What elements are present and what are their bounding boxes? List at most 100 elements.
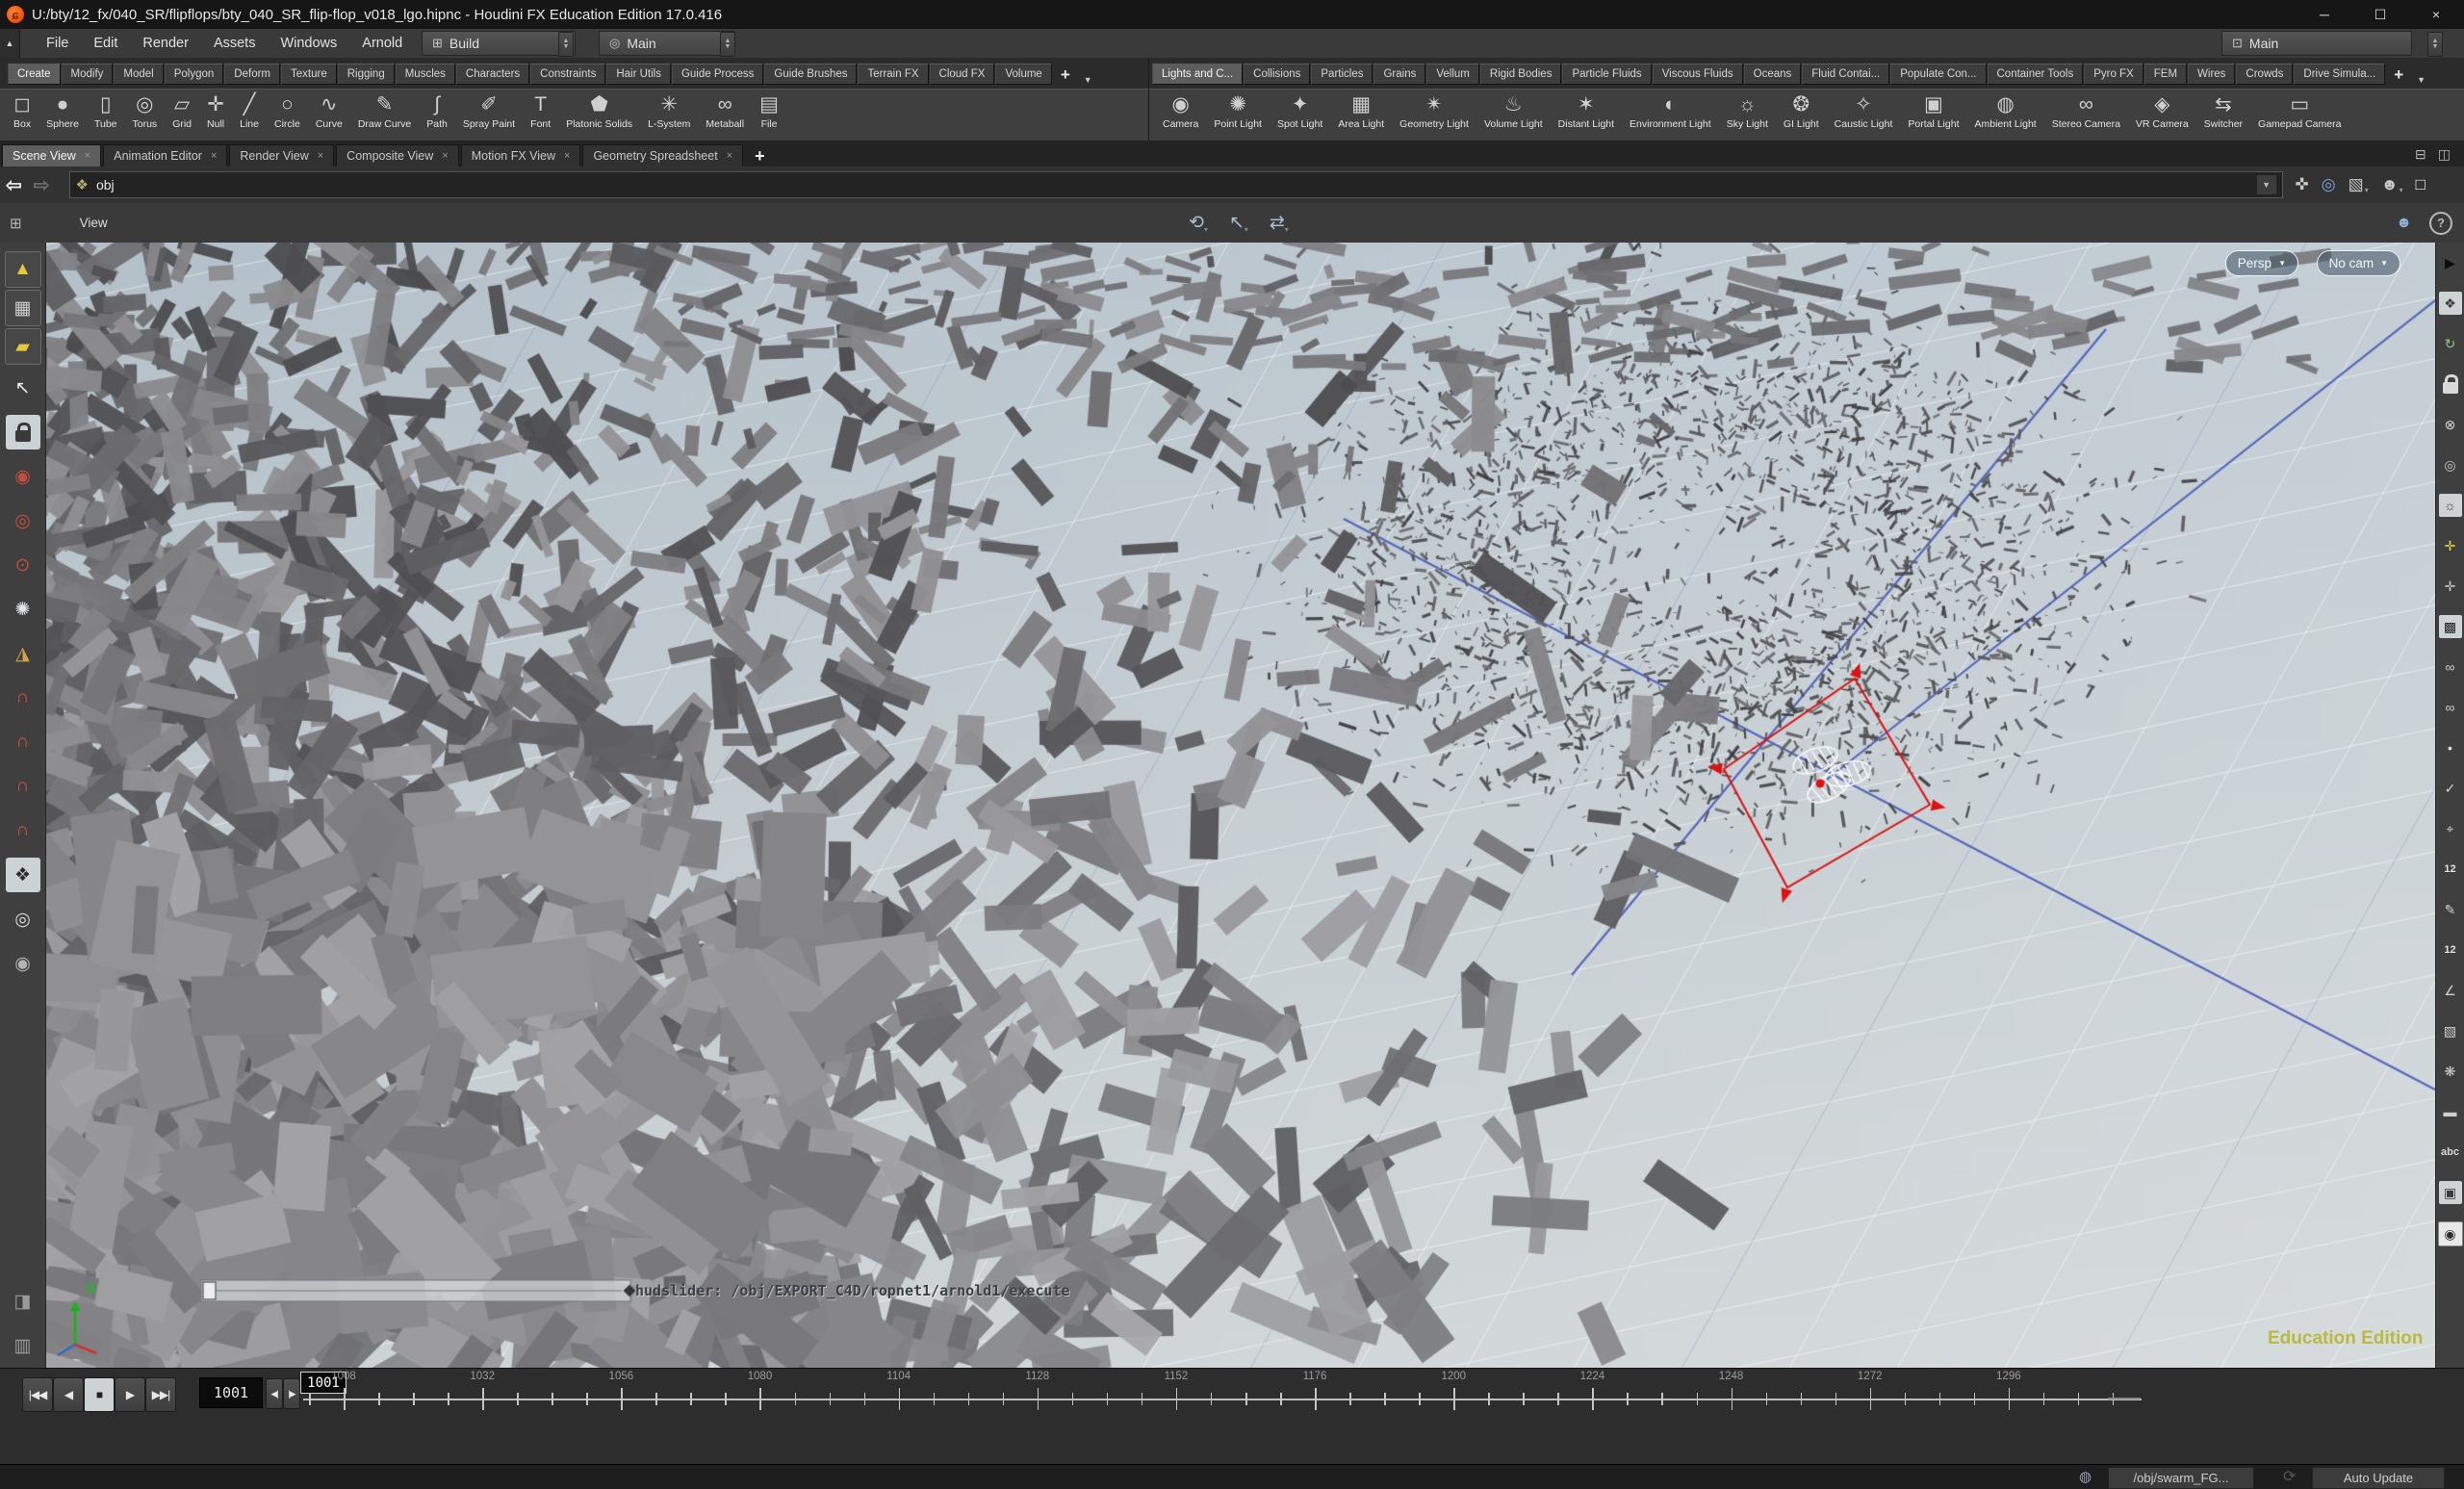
magnet-full-button[interactable]: ∩: [6, 813, 40, 848]
shelf-tool-curve[interactable]: ∿Curve: [308, 91, 350, 131]
add-light-button[interactable]: ✛: [2439, 534, 2462, 557]
shelf-tab-populate-con-[interactable]: Populate Con...: [1890, 64, 1986, 85]
shelf-tool-spray-paint[interactable]: ✐Spray Paint: [455, 91, 523, 131]
shelf-add-button[interactable]: +: [1053, 65, 1078, 85]
shelf-tool-null[interactable]: ✛Null: [199, 91, 232, 131]
context-path-dropdown[interactable]: /obj/swarm_FG...: [2108, 1467, 2254, 1489]
paint-display-button[interactable]: ✎: [2439, 898, 2462, 921]
shelf-tab-cloud-fx[interactable]: Cloud FX: [930, 64, 995, 85]
view-mask-button[interactable]: ◎: [6, 902, 40, 937]
add-pane-tab-button[interactable]: +: [745, 146, 775, 167]
shelf-tab-characters[interactable]: Characters: [456, 64, 529, 85]
path-field[interactable]: ❖ obj ▼: [69, 171, 2283, 198]
shelf-add-button[interactable]: +: [2386, 65, 2411, 85]
hide-ghost-button[interactable]: ⊗: [2439, 413, 2462, 436]
play-forward-button[interactable]: ▶: [115, 1377, 145, 1412]
shelf-tool-l-system[interactable]: ✳L-System: [640, 91, 698, 131]
pane-tab-animation-editor[interactable]: Animation Editor×: [103, 144, 227, 167]
shelf-tab-modify[interactable]: Modify: [62, 64, 114, 85]
minimize-button[interactable]: ─: [2297, 0, 2352, 29]
pane-split-icon[interactable]: ◫: [2438, 146, 2451, 163]
shelf-tab-vellum[interactable]: Vellum: [1426, 64, 1479, 85]
secure-selection-button[interactable]: [6, 415, 40, 449]
select-arrow-button[interactable]: ↖: [6, 371, 40, 405]
shelf-tool-path[interactable]: ∫Path: [419, 91, 455, 131]
step-forward-button[interactable]: |▶: [283, 1378, 300, 1409]
pane-tab-scene-view-close[interactable]: ×: [85, 150, 90, 162]
shelf-tab-rigging[interactable]: Rigging: [338, 64, 395, 85]
desktop-spinner[interactable]: ▲▼: [558, 32, 574, 57]
link-editors-icon[interactable]: ☻: [2396, 215, 2412, 232]
hook-marker-button[interactable]: ✓: [2439, 777, 2462, 800]
shelf-tab-volume[interactable]: Volume: [995, 64, 1051, 85]
shelf-tab-pyro-fx[interactable]: Pyro FX: [2084, 64, 2143, 85]
shelf-tool-circle[interactable]: ○Circle: [267, 91, 308, 131]
pane-tab-composite-view-close[interactable]: ×: [442, 150, 448, 162]
shelf-tab-guide-process[interactable]: Guide Process: [672, 64, 763, 85]
pin-marker-button[interactable]: ⌖: [2439, 817, 2462, 840]
display-options-button[interactable]: ▩: [2439, 615, 2462, 638]
shelf-tab-oceans[interactable]: Oceans: [1744, 64, 1802, 85]
shelf-tool-geometry-light[interactable]: ✴Geometry Light: [1392, 91, 1476, 131]
shelf-tool-camera[interactable]: ◉Camera: [1155, 91, 1206, 131]
measure-button[interactable]: ∠: [2439, 979, 2462, 1002]
menu-arnold[interactable]: Arnold: [349, 36, 415, 51]
prim-numbers-button[interactable]: 12: [2439, 938, 2462, 962]
main-selector[interactable]: ◎ Main: [599, 31, 735, 56]
forward-button[interactable]: ⇨: [34, 173, 50, 197]
stereo-mode-button[interactable]: ∞: [2439, 696, 2462, 719]
camera-persp-menu[interactable]: Persp▼: [2225, 250, 2298, 276]
help-icon[interactable]: ?: [2429, 212, 2452, 235]
camera-select-menu[interactable]: No cam▼: [2317, 250, 2400, 276]
shelf-tab-crowds[interactable]: Crowds: [2236, 64, 2293, 85]
snap-points-button[interactable]: ✺: [6, 592, 40, 627]
menu-edit[interactable]: Edit: [81, 36, 130, 51]
camera-ring-button[interactable]: ◎: [2439, 453, 2462, 476]
current-frame-field[interactable]: 1001: [199, 1377, 263, 1408]
shelf-tool-torus[interactable]: ◎Torus: [125, 91, 166, 131]
shelf-tab-particles[interactable]: Particles: [1311, 64, 1373, 85]
display-toggle-button[interactable]: ◨: [6, 1284, 40, 1319]
menu-collapse-arrow[interactable]: ▲: [0, 29, 20, 58]
desktop-selector[interactable]: ⊞ Build: [422, 31, 576, 56]
viewport-canvas[interactable]: [46, 243, 2435, 1368]
shelf-tool-environment-light[interactable]: ◐Environment Light: [1622, 91, 1719, 131]
pin-icon[interactable]: ✜: [2296, 175, 2309, 194]
jump-to-end-button[interactable]: ▶▶|: [145, 1377, 176, 1412]
play-reverse-button[interactable]: ◀: [53, 1377, 84, 1412]
text-display-button[interactable]: abc: [2439, 1141, 2462, 1164]
lighting-button[interactable]: ☼: [2439, 494, 2462, 517]
pane-expand-button[interactable]: ▶: [2439, 251, 2462, 274]
pane-tab-motion-fx-view-close[interactable]: ×: [564, 150, 570, 162]
shelf-tab-collisions[interactable]: Collisions: [1244, 64, 1310, 85]
particle-display-button[interactable]: ❋: [2439, 1060, 2462, 1083]
info-bar-button[interactable]: ▬: [2439, 1100, 2462, 1123]
shelf-tab-hair-utils[interactable]: Hair Utils: [606, 64, 671, 85]
shelf-tab-wires[interactable]: Wires: [2188, 64, 2235, 85]
handle-volatile-tool[interactable]: ⇄▾: [1270, 212, 1289, 234]
view-mode-button[interactable]: ❖: [2439, 292, 2462, 315]
shelf-tab-deform[interactable]: Deform: [224, 64, 280, 85]
snap-orient-button[interactable]: ◉: [6, 459, 40, 494]
pane-menu-icon[interactable]: ⊞: [10, 215, 22, 232]
shelf-tool-tube[interactable]: ▯Tube: [87, 91, 125, 131]
bullseye-icon[interactable]: ◎: [2322, 175, 2336, 194]
memory-meter-button[interactable]: ▥: [6, 1328, 40, 1363]
shelf-tool-box[interactable]: ◻Box: [6, 91, 38, 131]
view-lens-button[interactable]: ◉: [6, 946, 40, 981]
main-spinner[interactable]: ▲▼: [720, 32, 735, 57]
view-tumble-tool[interactable]: ⟲▾: [1189, 212, 1208, 234]
shelf-tool-sky-light[interactable]: ☼Sky Light: [1719, 91, 1776, 131]
magnet-point-button[interactable]: ∩: [6, 769, 40, 804]
shelf-tool-area-light[interactable]: ▦Area Light: [1330, 91, 1392, 131]
shelf-tool-volume-light[interactable]: ♨Volume Light: [1476, 91, 1551, 131]
shelf-tool-draw-curve[interactable]: ✎Draw Curve: [350, 91, 419, 131]
shelf-tool-spot-light[interactable]: ✦Spot Light: [1270, 91, 1330, 131]
maximize-button[interactable]: ☐: [2352, 0, 2408, 29]
magnet-curve-button[interactable]: ∩: [6, 725, 40, 759]
shelf-tab-fem[interactable]: FEM: [2144, 64, 2187, 85]
shelf-tab-terrain-fx[interactable]: Terrain FX: [858, 64, 928, 85]
shelf-tool-grid[interactable]: ▱Grid: [165, 91, 199, 131]
jump-to-start-button[interactable]: |◀◀: [22, 1377, 53, 1412]
shelf-tool-caustic-light[interactable]: ✧Caustic Light: [1827, 91, 1901, 131]
